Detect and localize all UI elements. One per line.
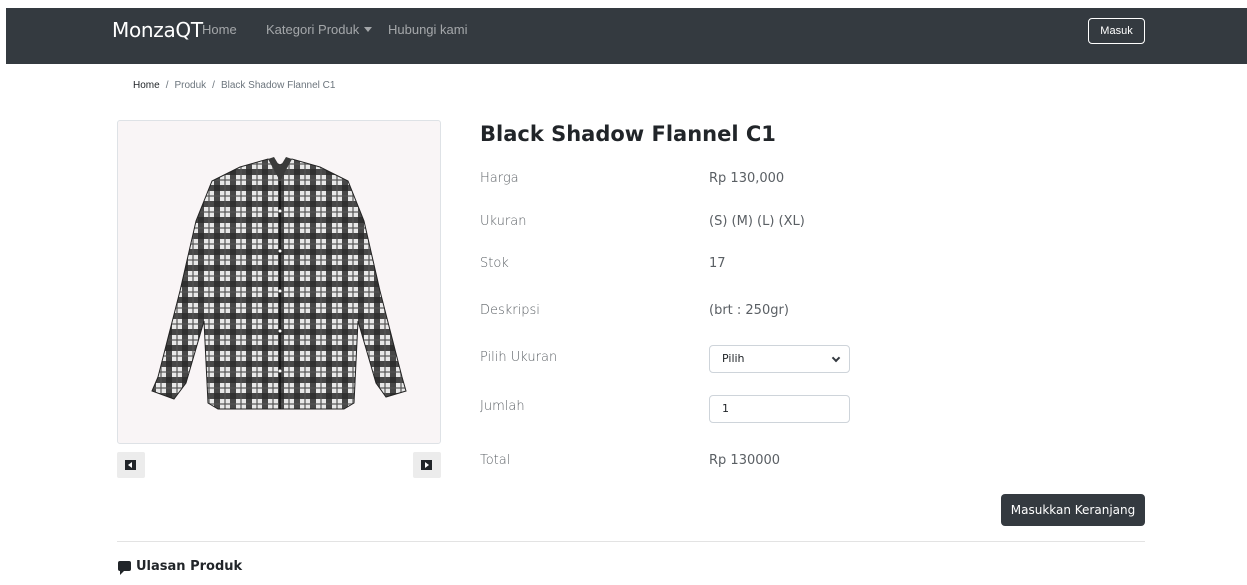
quantity-label: Jumlah	[480, 399, 525, 414]
chevron-down-icon	[831, 353, 841, 363]
add-to-cart-button[interactable]: Masukkan Keranjang	[1001, 494, 1145, 526]
breadcrumb-produk[interactable]: Produk	[174, 80, 206, 91]
description-label: Deskripsi	[480, 303, 540, 318]
select-size-label: Pilih Ukuran	[480, 350, 558, 365]
stock-label: Stok	[480, 256, 509, 271]
nav-link-hubungi[interactable]: Hubungi kami	[388, 22, 468, 37]
chat-bubble-icon	[118, 561, 131, 575]
caret-down-icon	[364, 27, 373, 33]
size-label: Ukuran	[480, 214, 527, 229]
breadcrumb-separator: /	[212, 80, 215, 91]
product-image	[117, 120, 441, 444]
caret-left-icon	[125, 460, 136, 470]
reviews-heading: Ulasan Produk	[118, 559, 243, 575]
size-select-value: Pilih	[722, 352, 745, 365]
stock-value: 17	[709, 256, 726, 271]
carousel-prev-button[interactable]	[117, 452, 145, 478]
total-label: Total	[480, 453, 511, 468]
login-button[interactable]: Masuk	[1088, 18, 1145, 44]
nav-kategori-label: Kategori Produk	[266, 22, 360, 37]
breadcrumb-home[interactable]: Home	[133, 80, 160, 91]
breadcrumb-current: Black Shadow Flannel C1	[220, 80, 336, 91]
size-select[interactable]: Pilih	[709, 345, 850, 373]
total-value: Rp 130000	[709, 453, 781, 468]
reviews-heading-text: Ulasan Produk	[136, 559, 243, 574]
breadcrumb-separator: /	[165, 80, 169, 91]
size-value: (S) (M) (L) (XL)	[709, 214, 805, 229]
price-value: Rp 130,000	[709, 171, 785, 186]
quantity-input[interactable]: 1	[709, 395, 850, 423]
carousel-next-button[interactable]	[413, 452, 441, 478]
brand-logo[interactable]: MonzaQT	[112, 18, 203, 42]
nav-dropdown-kategori[interactable]: Kategori Produk	[266, 22, 373, 37]
nav-link-home[interactable]: Home	[202, 22, 237, 37]
caret-right-icon	[421, 460, 432, 470]
top-strip	[0, 0, 1247, 8]
description-value: (brt : 250gr)	[709, 303, 789, 318]
section-divider	[117, 541, 1145, 542]
price-label: Harga	[480, 171, 519, 186]
breadcrumb: Home / Produk / Black Shadow Flannel C1	[133, 80, 335, 91]
flannel-shirt-image	[151, 157, 407, 410]
product-title: Black Shadow Flannel C1	[480, 122, 776, 146]
